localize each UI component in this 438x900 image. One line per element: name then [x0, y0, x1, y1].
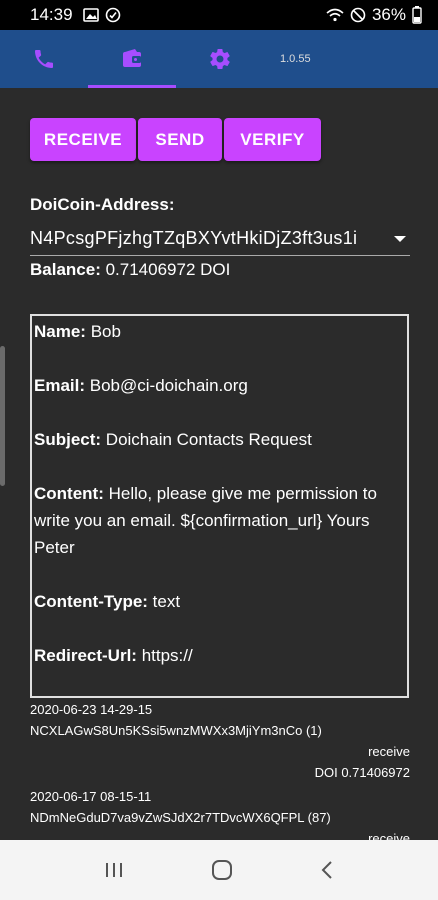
detail-name-label: Name: — [34, 322, 86, 341]
system-nav-bar — [0, 840, 438, 900]
balance-row: Balance: 0.71406972 DOI — [30, 260, 230, 280]
send-button[interactable]: SEND — [138, 118, 222, 161]
action-buttons: RECEIVE SEND VERIFY — [30, 118, 321, 161]
detail-redirect: Redirect-Url: https:// — [34, 642, 405, 669]
dropdown-caret-icon — [394, 235, 406, 242]
app-version: 1.0.55 — [280, 53, 311, 65]
detail-email: Email: Bob@ci-doichain.org — [34, 372, 405, 399]
detail-name: Name: Bob — [34, 318, 405, 345]
gear-icon — [210, 49, 230, 70]
receive-button[interactable]: RECEIVE — [30, 118, 136, 161]
phone-icon — [35, 50, 53, 68]
no-signal-icon — [350, 7, 366, 23]
scroll-indicator[interactable] — [0, 346, 5, 486]
balance-label: Balance: — [30, 260, 101, 279]
detail-redirect-value: https:// — [136, 646, 193, 665]
transaction-date: 2020-06-17 08-15-11 — [30, 789, 152, 804]
request-details-box: Name: Bob Email: Bob@ci-doichain.org Sub… — [30, 314, 409, 698]
dnd-icon — [105, 7, 120, 23]
balance-value: 0.71406972 DOI — [100, 260, 231, 279]
transaction-id: NCXLAGwS8Un5KSsi5wnzMWXx3MjiYm3nCo (1) — [30, 723, 322, 738]
verify-button[interactable]: VERIFY — [224, 118, 321, 161]
detail-content-type-value: text — [147, 592, 181, 611]
status-icons-right: 36% — [326, 5, 422, 25]
image-notification-icon — [82, 8, 99, 22]
recent-apps-icon[interactable] — [103, 861, 125, 879]
detail-name-value: Bob — [85, 322, 121, 341]
detail-content: Content: Hello, please give me permissio… — [34, 480, 405, 561]
battery-icon — [412, 6, 422, 24]
tab-phone[interactable] — [0, 30, 88, 88]
detail-content-type: Content-Type: text — [34, 588, 405, 615]
wifi-icon — [326, 8, 344, 22]
back-icon[interactable] — [319, 860, 335, 880]
status-bar: 14:39 36% — [0, 0, 438, 30]
transaction-type: receive — [368, 831, 410, 840]
detail-subject: Subject: Doichain Contacts Request — [34, 426, 405, 453]
wallet-icon — [123, 49, 141, 67]
wallet-content[interactable]: RECEIVE SEND VERIFY DoiCoin-Address: N4P… — [0, 88, 438, 840]
transaction-type: receive — [368, 744, 410, 759]
tab-wallet[interactable] — [88, 30, 176, 88]
detail-content-type-label: Content-Type: — [34, 592, 148, 611]
address-value: N4PcsgPFjzhgTZqBXYvtHkiDjZ3ft3us1i — [30, 228, 358, 248]
app-bar: 1.0.55 — [0, 30, 438, 88]
transaction-id: NDmNeGduD7va9vZwSJdX2r7TDvcWX6QFPL (87) — [30, 810, 331, 825]
status-icons-left — [82, 7, 121, 23]
detail-content-label: Content: — [34, 484, 104, 503]
transaction-item[interactable]: 2020-06-17 08-15-11 NDmNeGduD7va9vZwSJdX… — [30, 786, 410, 840]
home-icon[interactable] — [211, 859, 233, 881]
tab-settings[interactable] — [176, 30, 264, 88]
transaction-date: 2020-06-23 14-29-15 — [30, 702, 153, 717]
detail-subject-label: Subject: — [34, 430, 102, 449]
transaction-amount: DOI 0.71406972 — [314, 765, 410, 780]
transaction-item[interactable]: 2020-06-23 14-29-15 NCXLAGwS8Un5KSsi5wnz… — [30, 699, 410, 783]
address-dropdown[interactable]: N4PcsgPFjzhgTZqBXYvtHkiDjZ3ft3us1i — [30, 222, 410, 256]
detail-email-label: Email: — [34, 376, 86, 395]
status-time: 14:39 — [30, 5, 73, 24]
address-label: DoiCoin-Address: — [30, 195, 175, 214]
detail-redirect-label: Redirect-Url: — [34, 646, 137, 665]
detail-subject-value: Doichain Contacts Request — [101, 430, 312, 449]
battery-percent: 36% — [371, 5, 406, 24]
detail-email-value: Bob@ci-doichain.org — [85, 376, 248, 395]
